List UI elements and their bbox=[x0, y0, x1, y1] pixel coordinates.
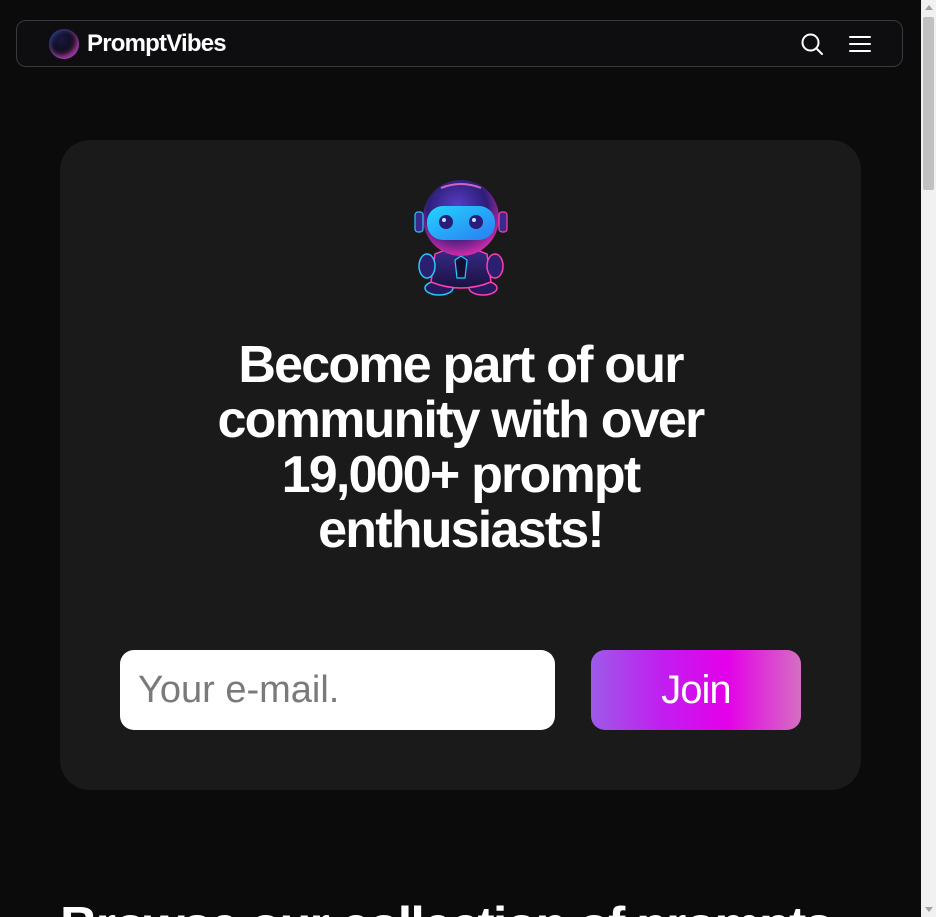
email-input[interactable] bbox=[120, 650, 555, 730]
search-button[interactable] bbox=[800, 32, 824, 56]
join-button[interactable]: Join bbox=[591, 650, 801, 730]
scroll-down-icon[interactable] bbox=[925, 907, 933, 912]
scroll-up-icon[interactable] bbox=[925, 5, 933, 10]
scrollbar[interactable] bbox=[921, 0, 936, 917]
menu-button[interactable] bbox=[848, 32, 872, 56]
search-icon bbox=[801, 33, 823, 55]
scrollbar-thumb[interactable] bbox=[923, 17, 934, 190]
signup-headline: Become part of our community with over 1… bbox=[217, 336, 706, 559]
hamburger-menu-icon bbox=[849, 36, 871, 52]
brand-name: PromptVibes bbox=[87, 30, 227, 57]
site-header: PromptVibes bbox=[16, 20, 903, 67]
brand-link[interactable]: PromptVibes bbox=[49, 29, 227, 59]
logo-icon bbox=[49, 29, 79, 59]
robot-mascot-icon bbox=[414, 180, 508, 296]
page: PromptVibes Become part of our community… bbox=[0, 0, 936, 917]
community-signup-card: Become part of our community with over 1… bbox=[60, 140, 861, 790]
section-heading: Browse our collection of prompts bbox=[60, 899, 833, 917]
